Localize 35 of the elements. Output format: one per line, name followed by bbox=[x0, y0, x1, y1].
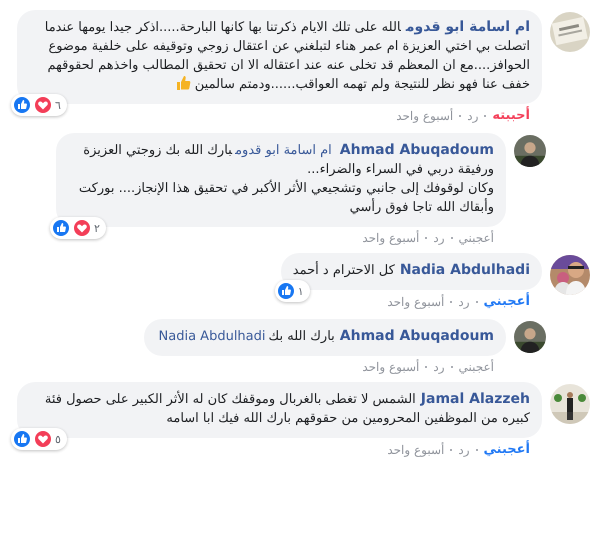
reaction-count-badge[interactable]: ٢ bbox=[50, 217, 106, 239]
comment-text: ام اسامة ابو قدوم الله على تلك الايام ذكرتنا بها كانها البارحة.....اذكر جيدا يومها عندما اتصلت بي اختي العزيزة ام عمر هناء لتبلغني عن اعتقال زوجي وتوقيفه على خلفية موضوع الحوافز....مع ان المعظم قد تخلى عنه عند اعتقاله الا ان تحقيق المطالب واخذهم لحقوقهم خفف عنا فهو نظر للنتيجة ولم تهمه العواقب......ودمتم سالمين bbox=[44, 18, 530, 94]
author-link[interactable]: Ahmad Abuqadoum bbox=[340, 328, 494, 344]
comment-time: أسبوع واحد bbox=[387, 442, 444, 456]
heart-reaction-icon bbox=[34, 430, 52, 448]
reaction-count-badge[interactable]: ١ bbox=[274, 280, 310, 302]
comment-time: أسبوع واحد bbox=[396, 108, 454, 122]
reaction-count-badge[interactable]: ٦ bbox=[11, 94, 67, 116]
reply-link[interactable]: رد bbox=[433, 360, 445, 374]
reply-link[interactable]: رد bbox=[433, 231, 445, 245]
reply-link[interactable]: رد bbox=[458, 294, 470, 308]
like-link[interactable]: أعجبني bbox=[484, 294, 530, 309]
author-link[interactable]: ام اسامة ابو قدوم bbox=[406, 19, 530, 35]
like-reaction-icon bbox=[276, 282, 295, 300]
like-reaction-icon bbox=[13, 96, 31, 114]
reply-link[interactable]: رد bbox=[458, 442, 470, 456]
reply-link[interactable]: رد bbox=[467, 108, 478, 122]
heart-reaction-icon bbox=[73, 219, 91, 237]
author-link[interactable]: Jamal Alazzeh bbox=[420, 391, 530, 407]
comment-time: أسبوع واحد bbox=[387, 294, 444, 308]
like-link[interactable]: أعجبني bbox=[458, 231, 494, 245]
like-link[interactable]: أحببته bbox=[492, 108, 530, 123]
comment-time: أسبوع واحد bbox=[362, 231, 420, 245]
like-link[interactable]: أعجبني bbox=[484, 442, 530, 457]
author-link[interactable]: Nadia Abdulhadi bbox=[400, 262, 530, 278]
thumbs-up-icon bbox=[174, 75, 191, 91]
comment-time: أسبوع واحد bbox=[362, 360, 420, 374]
like-link[interactable]: أعجبني bbox=[458, 360, 494, 374]
reaction-count-badge[interactable]: ٥ bbox=[11, 428, 67, 450]
like-reaction-icon bbox=[13, 430, 31, 448]
mention-link[interactable]: ام اسامة ابو قدوم bbox=[235, 143, 332, 158]
author-link[interactable]: Ahmad Abuqadoum bbox=[340, 142, 494, 158]
mention-link[interactable]: Nadia Abdulhadi bbox=[158, 329, 266, 344]
like-reaction-icon bbox=[52, 219, 70, 237]
heart-reaction-icon bbox=[34, 96, 52, 114]
